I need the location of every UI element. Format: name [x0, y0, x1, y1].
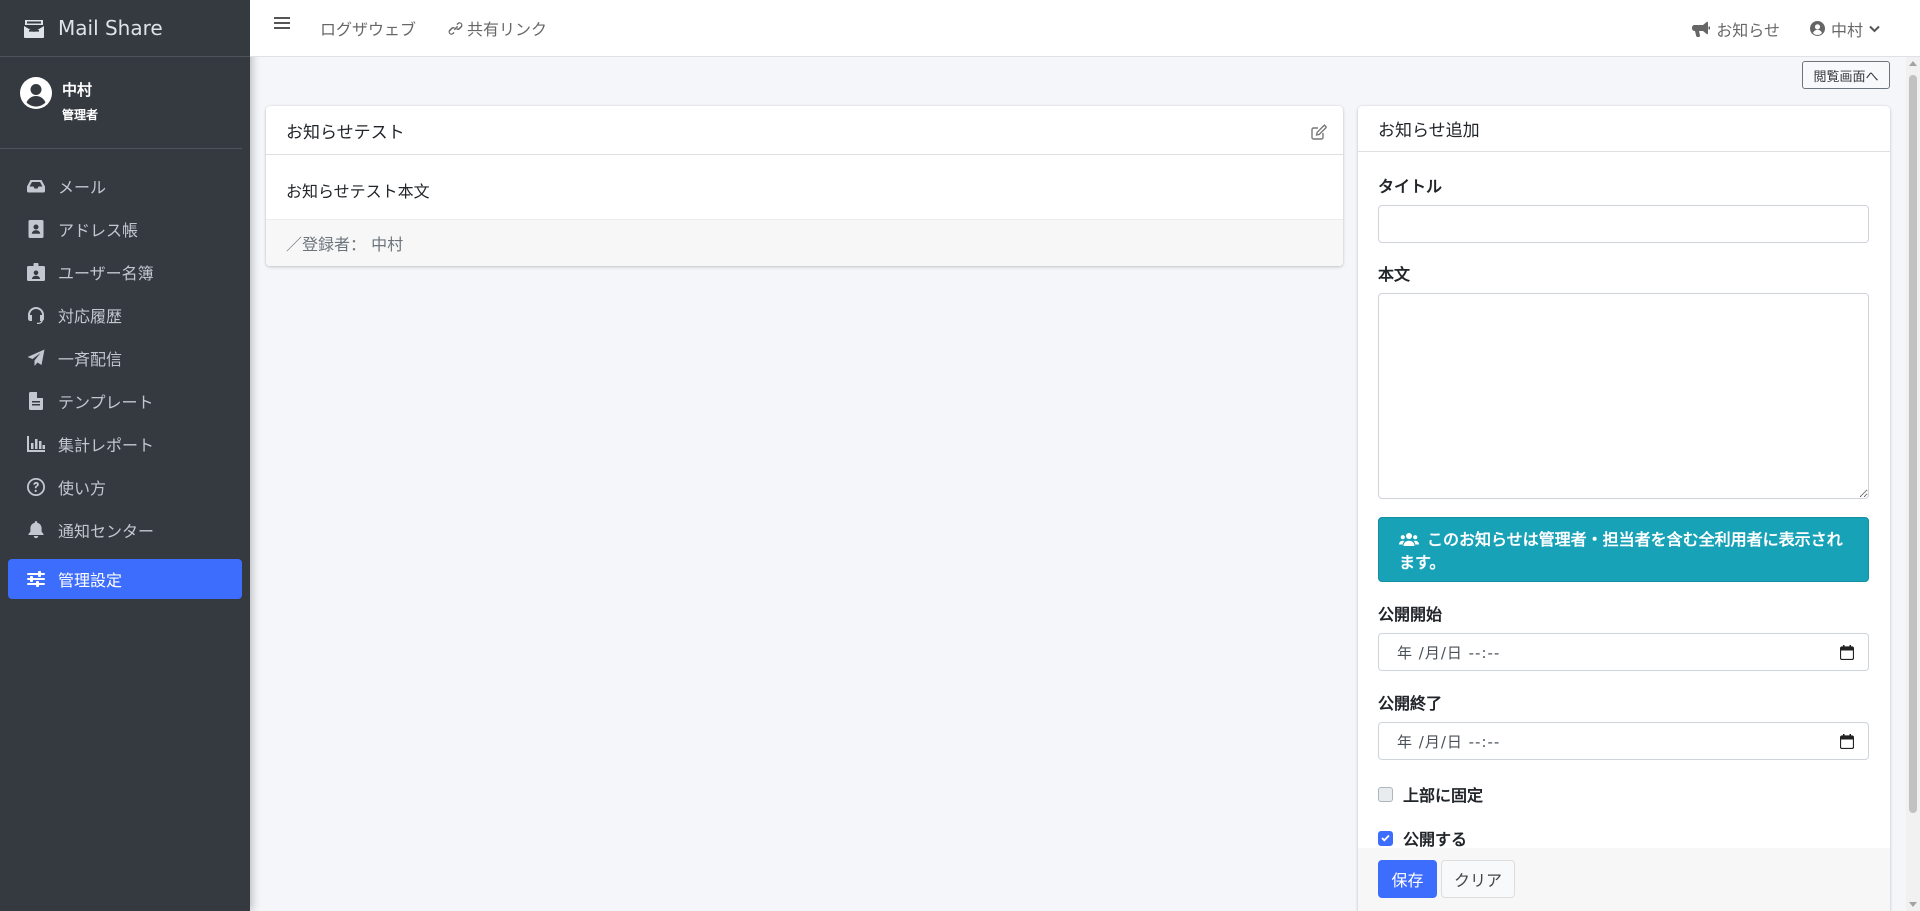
chevron-down-icon: [1869, 25, 1880, 32]
link-icon: [448, 21, 463, 35]
calendar-icon[interactable]: [1840, 733, 1854, 749]
user-circle-icon: [1809, 21, 1825, 36]
sidebar-item-label: テンプレート: [58, 392, 154, 412]
pin-top-row[interactable]: 上部に固定: [1378, 782, 1870, 806]
address-book-icon: [26, 219, 46, 239]
start-datetime-placeholder: 年 /月/日 --:--: [1397, 643, 1501, 662]
envelope-open-icon: [24, 20, 44, 38]
publish-label[interactable]: 公開する: [1403, 826, 1467, 850]
form-footer: 保存 クリア: [1358, 848, 1890, 911]
pin-top-checkbox[interactable]: [1378, 786, 1393, 802]
notice-add-form: お知らせ追加 タイトル 本文 このお知らせは管理者・担当者を含む全利用者に表示さ…: [1358, 106, 1890, 911]
start-label: 公開開始: [1378, 605, 1443, 624]
pin-top-label[interactable]: 上部に固定: [1403, 782, 1483, 806]
user-role: 管理者: [62, 108, 99, 122]
brand-title: Mail Share: [58, 16, 163, 40]
notice-body: お知らせテスト本文: [286, 182, 430, 201]
form-header: お知らせ追加: [1358, 106, 1890, 152]
sidebar-item-label: ユーザー名簿: [58, 263, 154, 283]
users-icon: [1399, 533, 1419, 546]
scroll-up-arrow[interactable]: [1909, 61, 1917, 66]
top-navbar: ログザウェブ 共有リンク お知らせ 中村: [250, 0, 1920, 57]
sidebar-item-user-directory[interactable]: ユーザー名簿: [8, 250, 242, 293]
view-page-button[interactable]: 閲覧画面へ: [1802, 61, 1890, 89]
sidebar-item-help[interactable]: 使い方: [8, 465, 242, 508]
bullhorn-icon: [1692, 21, 1711, 37]
clear-button[interactable]: クリア: [1441, 860, 1515, 898]
file-alt-icon: [26, 391, 46, 411]
paper-plane-icon: [26, 348, 46, 368]
info-alert: このお知らせは管理者・担当者を含む全利用者に表示されます。: [1378, 517, 1869, 582]
logweb-link[interactable]: ログザウェブ: [320, 16, 416, 40]
sidebar-item-label: アドレス帳: [58, 220, 139, 240]
sidebar-item-label: 対応履歴: [58, 306, 123, 326]
sidebar-item-admin-settings[interactable]: 管理設定: [8, 559, 242, 599]
start-datetime-input[interactable]: 年 /月/日 --:--: [1378, 633, 1869, 671]
notice-card-header: お知らせテスト: [266, 106, 1343, 155]
sidebar-item-notification-center[interactable]: 通知センター: [8, 508, 242, 551]
sidebar-item-label: 集計レポート: [58, 435, 155, 455]
sidebar-item-label: 一斉配信: [58, 349, 123, 369]
sidebar-item-report[interactable]: 集計レポート: [8, 422, 242, 465]
notice-link-label: お知らせ: [1716, 20, 1780, 40]
share-link-label: 共有リンク: [467, 20, 548, 39]
end-datetime-input[interactable]: 年 /月/日 --:--: [1378, 722, 1869, 760]
sidebar-item-history[interactable]: 対応履歴: [8, 293, 242, 336]
sliders-icon: [26, 569, 46, 589]
title-label: タイトル: [1378, 177, 1443, 196]
question-circle-icon: [26, 477, 46, 497]
chart-bar-icon: [26, 434, 46, 454]
form-body: タイトル 本文 このお知らせは管理者・担当者を含む全利用者に表示されます。 公開…: [1358, 173, 1890, 850]
inbox-icon: [26, 176, 46, 196]
sidebar: Mail Share 中村 管理者 メール アドレス帳 ユーザー名簿 対応履歴 …: [0, 0, 250, 911]
user-panel: 中村 管理者: [0, 57, 242, 149]
sidebar-item-broadcast[interactable]: 一斉配信: [8, 336, 242, 379]
notice-card: お知らせテスト お知らせテスト本文 ／登録者： 中村: [266, 106, 1343, 266]
user-menu-label: 中村: [1830, 20, 1863, 40]
end-label: 公開終了: [1378, 694, 1443, 713]
share-link[interactable]: 共有リンク: [448, 16, 547, 40]
top-right-menu: お知らせ 中村: [1692, 0, 1920, 57]
notice-title: お知らせテスト: [286, 122, 405, 143]
scroll-thumb[interactable]: [1909, 75, 1917, 813]
body-label: 本文: [1378, 265, 1411, 284]
page-scrollbar[interactable]: [1906, 57, 1920, 911]
scroll-down-arrow[interactable]: [1909, 902, 1917, 907]
publish-row[interactable]: 公開する: [1378, 826, 1870, 850]
body-textarea[interactable]: [1378, 293, 1869, 499]
sidebar-item-label: 通知センター: [58, 521, 155, 541]
calendar-icon[interactable]: [1840, 644, 1854, 660]
user-circle-icon: [20, 77, 52, 109]
sidebar-nav: メール アドレス帳 ユーザー名簿 対応履歴 一斉配信 テンプレート 集計レポート: [0, 149, 250, 599]
publish-checkbox[interactable]: [1378, 830, 1393, 846]
sidebar-item-label: 管理設定: [58, 571, 123, 590]
notice-footer: ／登録者： 中村: [266, 219, 1343, 266]
sidebar-item-label: メール: [58, 177, 107, 197]
title-input[interactable]: [1378, 205, 1869, 243]
end-datetime-placeholder: 年 /月/日 --:--: [1397, 732, 1501, 751]
bell-icon: [26, 520, 46, 540]
sidebar-item-template[interactable]: テンプレート: [8, 379, 242, 422]
info-text: このお知らせは管理者・担当者を含む全利用者に表示されます。: [1399, 530, 1843, 572]
hamburger-menu-icon[interactable]: [272, 13, 292, 33]
save-button[interactable]: 保存: [1378, 860, 1437, 898]
sidebar-item-label: 使い方: [58, 478, 107, 498]
sidebar-item-address-book[interactable]: アドレス帳: [8, 207, 242, 250]
user-menu[interactable]: 中村: [1809, 17, 1884, 41]
id-badge-icon: [26, 262, 46, 282]
check-icon: [1381, 834, 1390, 842]
headset-icon: [26, 305, 46, 325]
notice-link[interactable]: お知らせ: [1692, 17, 1780, 41]
brand[interactable]: Mail Share: [0, 0, 250, 57]
user-name[interactable]: 中村: [62, 79, 98, 100]
sidebar-item-mail[interactable]: メール: [8, 164, 242, 207]
edit-icon[interactable]: [1311, 124, 1327, 140]
